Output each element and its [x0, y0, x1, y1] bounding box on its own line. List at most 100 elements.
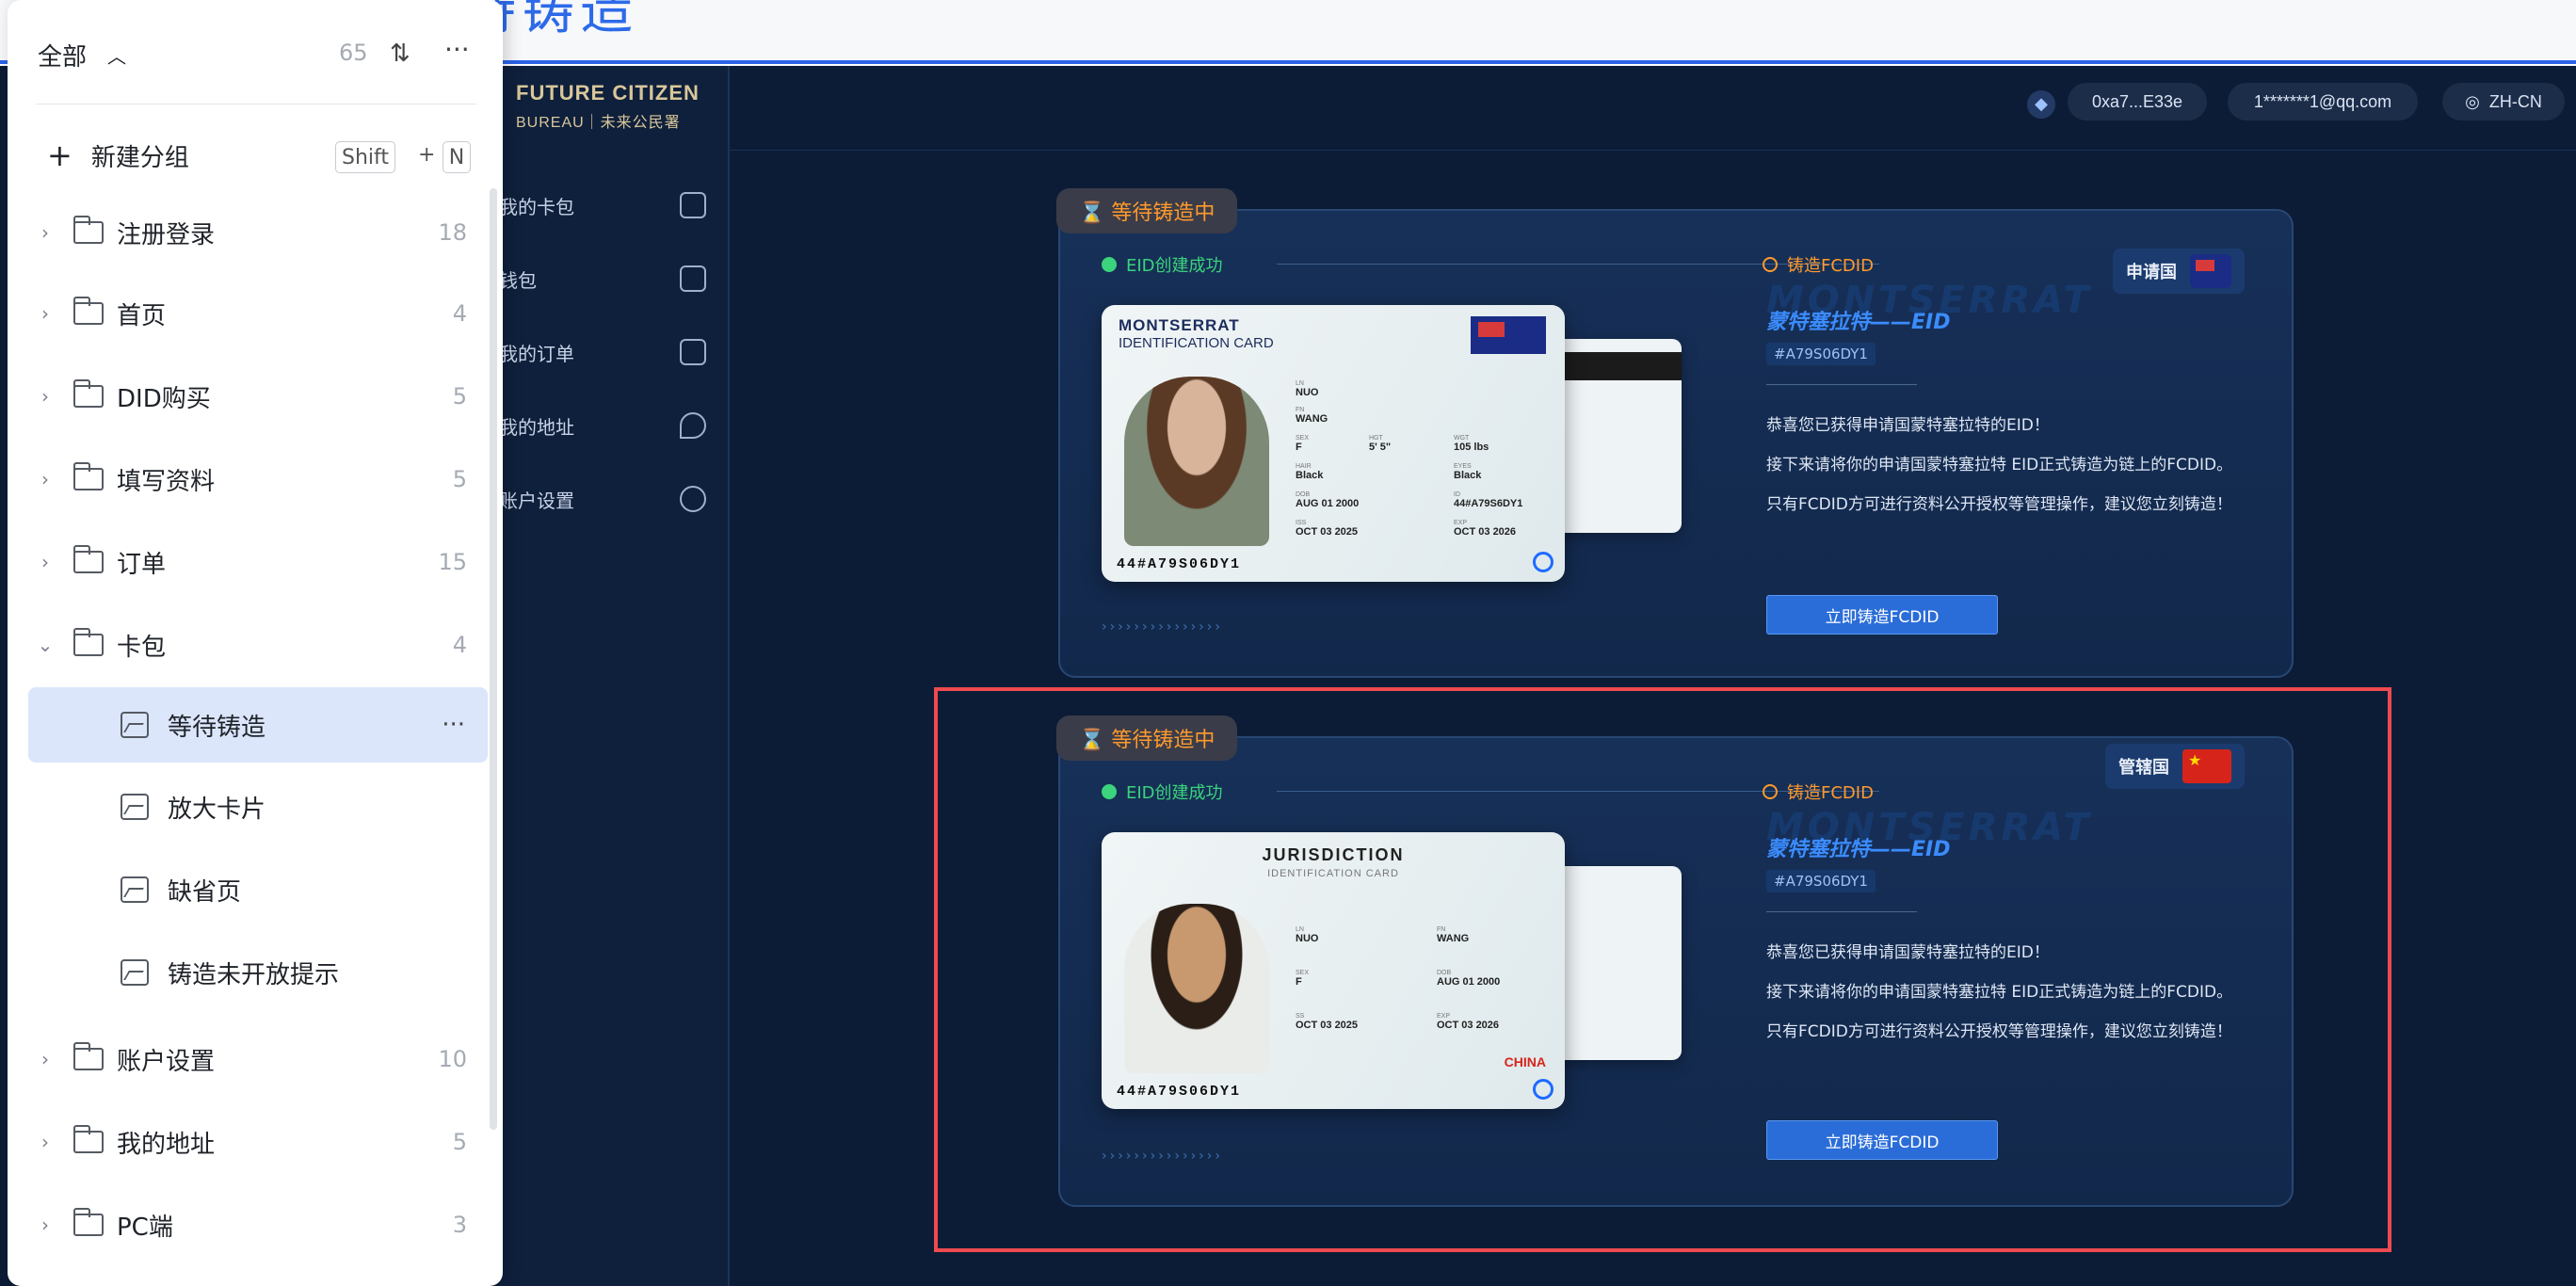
- nav-item-wallet[interactable]: 钱包: [499, 260, 706, 297]
- wallet-icon: [680, 192, 706, 218]
- folder-label: 我的地址: [117, 1130, 216, 1159]
- chevron-up-icon: ︿: [107, 45, 127, 68]
- magnify-icon[interactable]: [1533, 552, 1554, 572]
- nav-label: 我的卡包: [499, 195, 574, 218]
- folder-label: 注册登录: [117, 220, 216, 249]
- tree-folder[interactable]: › 订单 15: [28, 525, 488, 599]
- chevron-down-icon: ⌄: [37, 634, 54, 656]
- field-sex: SEX F: [1296, 435, 1310, 453]
- tree-page[interactable]: 缺省页: [28, 853, 488, 926]
- eid-card-1: ⌛ 等待铸造中 EID创建成功 铸造FCDID 申请国 MONTSERRAT I…: [1056, 188, 2294, 678]
- eid-desc-1: 恭喜您已获得申请国蒙特塞拉特的EID！: [1766, 416, 2050, 435]
- brand-logo[interactable]: FUTURE CITIZEN BUREAU｜未来公民署: [516, 81, 700, 132]
- id-card-subtitle: IDENTIFICATION CARD: [1119, 335, 1274, 351]
- tree-folder[interactable]: › 账户设置 10: [28, 1022, 488, 1096]
- field-eyes: EYES Black: [1454, 463, 1482, 481]
- eid-desc-3: 只有FCDID方可进行资料公开授权等管理操作，建议您立刻铸造！: [1766, 495, 2232, 514]
- brand-line-2: BUREAU｜未来公民署: [516, 115, 681, 131]
- page-label: 铸造未开放提示: [168, 960, 340, 989]
- folder-label: 首页: [117, 301, 167, 330]
- field-id: ID 44#A79S6DY1: [1454, 491, 1523, 509]
- tree-folder[interactable]: › 填写资料 5: [28, 442, 488, 516]
- folder-icon: [73, 297, 104, 325]
- folder-count: 18: [438, 219, 467, 246]
- tree-header[interactable]: 全部 ︿: [38, 38, 126, 72]
- chevron-right-icon: ›: [41, 302, 49, 325]
- folder-count: 10: [438, 1046, 467, 1072]
- field-iss: ISS OCT 03 2025: [1296, 520, 1359, 538]
- folder-label: PC端: [117, 1213, 173, 1242]
- field-ln: LN NUO: [1296, 380, 1319, 398]
- shortcut-key-n: N: [443, 141, 471, 173]
- chevron-right-icon: ›: [41, 221, 49, 244]
- folder-icon: [73, 462, 104, 490]
- tree-header-label: 全部: [38, 43, 88, 72]
- page-tree-panel: 全部 ︿ 65 ⇅ ··· + 新建分组 Shift + N › 注册登录 18 › 首页…: [8, 0, 503, 1286]
- annotation-highlight-box: [934, 687, 2391, 1252]
- eid-code: #A79S06DY1: [1766, 343, 1876, 365]
- eid-info: 蒙特塞拉特——EID #A79S06DY1 恭喜您已获得申请国蒙特塞拉特的EID…: [1766, 305, 2275, 524]
- tree-folder[interactable]: › 我的地址 5: [28, 1105, 488, 1179]
- image-icon: [121, 876, 149, 903]
- tree-folder[interactable]: › 注册登录 18: [28, 196, 488, 269]
- tree-folder[interactable]: › PC端 3: [28, 1188, 488, 1262]
- chevron-right-icon: ›: [41, 1131, 49, 1153]
- more-icon[interactable]: ···: [442, 711, 465, 739]
- language-label: ZH-CN: [2488, 91, 2542, 111]
- folder-count: 15: [438, 549, 467, 575]
- email-pill[interactable]: 1*******1@qq.com: [2228, 83, 2418, 121]
- id-card-back: [1550, 339, 1682, 533]
- chevron-right-icon: ›: [41, 385, 49, 408]
- user-settings-icon: [680, 486, 706, 512]
- portrait-photo: [1124, 377, 1269, 546]
- folder-label: 订单: [117, 550, 167, 579]
- mint-fcdid-button[interactable]: 立即铸造FCDID: [1766, 595, 1998, 635]
- step-done: EID创建成功: [1102, 252, 1223, 277]
- clipboard-icon: [680, 339, 706, 365]
- wallet-address-pill[interactable]: 0xa7...E33e: [2068, 83, 2207, 121]
- hourglass-icon: ⌛: [1079, 201, 1112, 225]
- folder-label: 卡包: [117, 633, 167, 662]
- location-icon: [680, 412, 706, 439]
- field-dob: DOB AUG 01 2000: [1296, 491, 1360, 509]
- sort-icon[interactable]: ⇅: [390, 40, 411, 68]
- new-group-button[interactable]: + 新建分组: [47, 137, 189, 173]
- tree-page-active[interactable]: 等待铸造 ···: [28, 687, 488, 763]
- nav-item-account-settings[interactable]: 账户设置: [499, 480, 706, 518]
- folder-icon: [73, 628, 104, 656]
- folder-icon: [73, 1208, 104, 1236]
- scrollbar[interactable]: [490, 188, 497, 1130]
- id-card-front[interactable]: MONTSERRAT IDENTIFICATION CARD LN NUO FN W…: [1102, 305, 1565, 582]
- tree-page[interactable]: 铸造未开放提示: [28, 936, 488, 1009]
- id-number: 44#A79S06DY1: [1117, 556, 1242, 572]
- folder-label: 账户设置: [117, 1047, 216, 1076]
- tree-page[interactable]: 放大卡片: [28, 770, 488, 844]
- folder-label: DID购买: [117, 384, 211, 413]
- nav-item-card-wallet[interactable]: 我的卡包: [499, 186, 706, 224]
- field-fn: FN WANG: [1296, 407, 1328, 425]
- tree-folder[interactable]: › 首页 4: [28, 277, 488, 350]
- language-switcher[interactable]: ◎ ZH-CN: [2442, 83, 2565, 121]
- nav-item-address[interactable]: 我的地址: [499, 407, 706, 444]
- page-label: 放大卡片: [168, 795, 266, 824]
- folder-count: 3: [452, 1212, 467, 1238]
- folder-count: 4: [452, 632, 467, 658]
- badge-label: 申请国: [2126, 263, 2177, 282]
- tree-folder[interactable]: › DID购买 5: [28, 360, 488, 433]
- step-pending-label: 铸造FCDID: [1787, 256, 1874, 276]
- image-icon: [121, 712, 149, 738]
- divider: [1766, 384, 1917, 385]
- folder-count: 5: [452, 1129, 467, 1155]
- more-icon[interactable]: ···: [444, 34, 470, 65]
- page-label: 缺省页: [168, 877, 242, 907]
- tree-total-count: 65: [339, 40, 368, 66]
- nav-item-orders[interactable]: 我的订单: [499, 333, 706, 371]
- nav-label: 账户设置: [499, 489, 574, 512]
- wallet-icon: [680, 265, 706, 292]
- field-exp: EXP OCT 03 2026: [1454, 520, 1517, 538]
- chevron-right-icon: ›: [41, 1214, 49, 1236]
- chevron-right-icon: ›: [41, 551, 49, 573]
- tree-folder-expanded[interactable]: ⌄ 卡包 4: [28, 608, 488, 682]
- page-label: 等待铸造: [168, 713, 266, 742]
- globe-icon: ◎: [2465, 91, 2480, 111]
